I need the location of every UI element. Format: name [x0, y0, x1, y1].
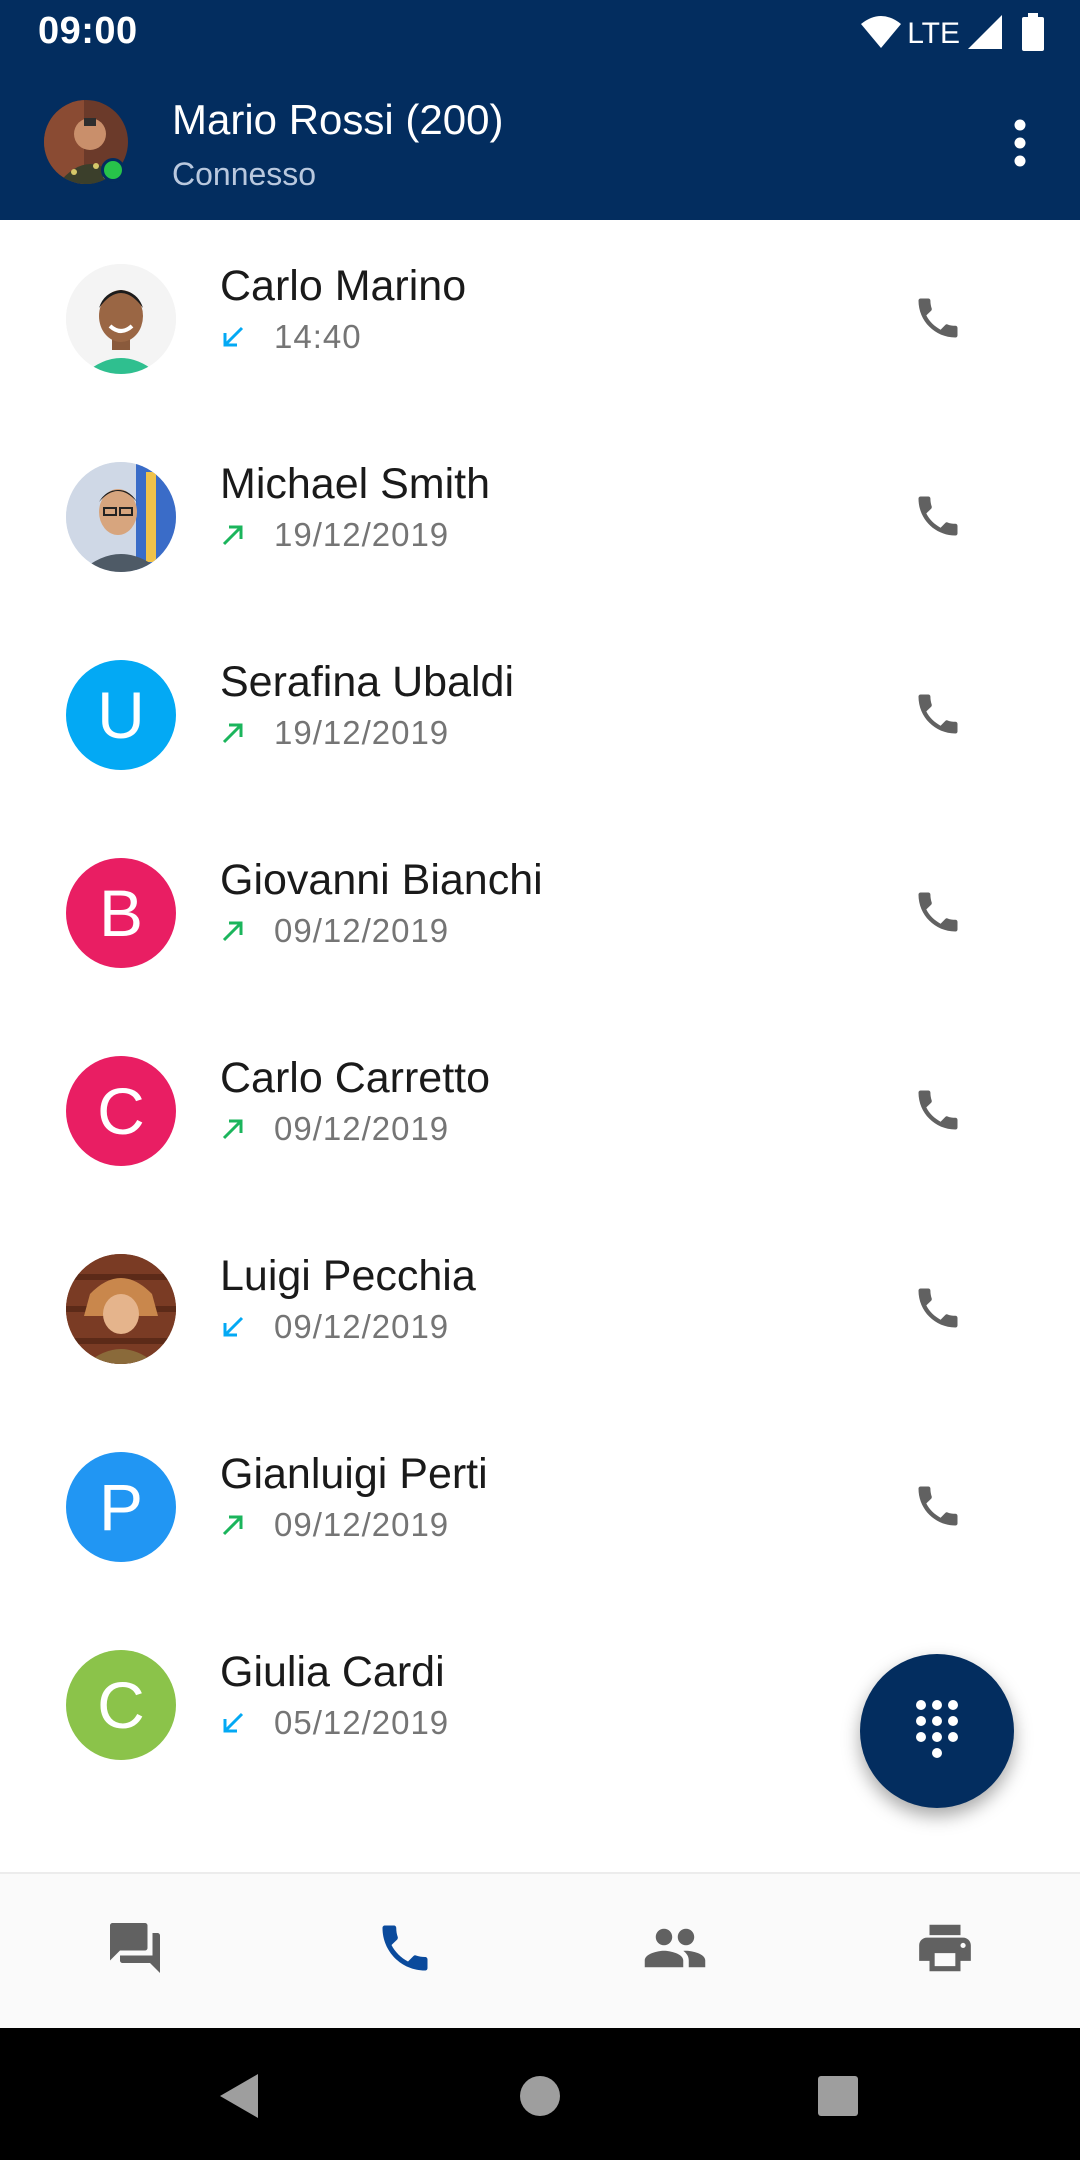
- recents-button[interactable]: [798, 2058, 878, 2138]
- phone-icon: [912, 292, 964, 349]
- phone-icon: [912, 490, 964, 547]
- contact-name: Giovanni Bianchi: [220, 856, 543, 904]
- avatar-initial: B: [98, 876, 144, 950]
- call-meta: 19/12/2019: [220, 714, 449, 752]
- call-meta: 09/12/2019: [220, 1506, 449, 1544]
- dialpad-icon: [913, 1699, 961, 1764]
- call-time: 14:40: [274, 318, 362, 355]
- incoming-call-icon: [220, 1310, 254, 1344]
- overflow-menu-button[interactable]: [990, 110, 1050, 180]
- bottom-navigation: [0, 1872, 1080, 2028]
- system-navigation-bar: [0, 2028, 1080, 2160]
- wifi-icon: [861, 15, 902, 53]
- home-button[interactable]: [500, 2058, 580, 2138]
- contact-avatar: C: [66, 1056, 176, 1166]
- call-meta: 14:40: [220, 318, 362, 356]
- outgoing-call-icon: [220, 1508, 254, 1542]
- contact-name: Giulia Cardi: [220, 1648, 445, 1696]
- phone-icon: [375, 1918, 435, 1983]
- connection-status: Connesso: [172, 156, 317, 192]
- call-button[interactable]: [898, 1468, 978, 1548]
- call-row[interactable]: Michael Smith 19/12/2019: [0, 460, 1080, 660]
- back-button[interactable]: [200, 2058, 280, 2138]
- phone-icon: [912, 688, 964, 745]
- call-time: 09/12/2019: [274, 1308, 450, 1345]
- fax-icon: [914, 1917, 976, 1984]
- chat-icon: [105, 1918, 165, 1983]
- outgoing-call-icon: [220, 716, 254, 750]
- contact-avatar: B: [66, 858, 176, 968]
- call-time: 19/12/2019: [274, 714, 450, 751]
- avatar-initial: U: [97, 678, 145, 752]
- nav-chat[interactable]: [90, 1910, 180, 1990]
- contact-avatar: [66, 1254, 176, 1364]
- contact-avatar: C: [66, 1650, 176, 1760]
- call-row[interactable]: U Serafina Ubaldi 19/12/2019: [0, 658, 1080, 858]
- contact-avatar: [66, 462, 176, 572]
- call-time: 09/12/2019: [274, 1110, 450, 1147]
- call-row[interactable]: C Carlo Carretto 09/12/2019: [0, 1054, 1080, 1254]
- avatar-initial: P: [98, 1470, 144, 1544]
- status-time: 09:00: [38, 10, 138, 52]
- call-row[interactable]: Carlo Marino 14:40: [0, 262, 1080, 462]
- outgoing-call-icon: [220, 518, 254, 552]
- call-time: 09/12/2019: [274, 912, 450, 949]
- call-time: 05/12/2019: [274, 1704, 450, 1741]
- phone-icon: [912, 886, 964, 943]
- network-type: LTE: [907, 17, 960, 50]
- call-button[interactable]: [898, 478, 978, 558]
- battery-icon: [1022, 12, 1044, 56]
- call-meta: 19/12/2019: [220, 516, 449, 554]
- call-time: 19/12/2019: [274, 516, 450, 553]
- call-meta: 09/12/2019: [220, 1308, 449, 1346]
- call-button[interactable]: [898, 280, 978, 360]
- contact-name: Michael Smith: [220, 460, 491, 508]
- more-vert-icon: [1013, 119, 1027, 172]
- call-time: 09/12/2019: [274, 1506, 450, 1543]
- call-row[interactable]: B Giovanni Bianchi 09/12/2019: [0, 856, 1080, 1056]
- avatar-initial: C: [97, 1668, 145, 1742]
- call-button[interactable]: [898, 1072, 978, 1152]
- user-title: Mario Rossi (200): [172, 96, 504, 143]
- contact-name: Luigi Pecchia: [220, 1252, 476, 1300]
- contact-name: Serafina Ubaldi: [220, 658, 515, 706]
- outgoing-call-icon: [220, 1112, 254, 1146]
- dialpad-button[interactable]: [860, 1654, 1014, 1808]
- call-meta: 09/12/2019: [220, 912, 449, 950]
- contact-avatar: P: [66, 1452, 176, 1562]
- call-button[interactable]: [898, 1270, 978, 1350]
- nav-calls[interactable]: [360, 1910, 450, 1990]
- app-header: 09:00 LTE Mario Rossi (200) Connesso: [0, 0, 1080, 220]
- presence-indicator: [101, 158, 125, 182]
- phone-icon: [912, 1084, 964, 1141]
- contact-name: Carlo Carretto: [220, 1054, 491, 1102]
- status-icons: LTE: [861, 12, 1044, 56]
- phone-icon: [912, 1282, 964, 1339]
- nav-contacts[interactable]: [630, 1910, 720, 1990]
- home-icon: [519, 2075, 561, 2122]
- call-row[interactable]: Luigi Pecchia 09/12/2019: [0, 1252, 1080, 1452]
- back-icon: [218, 2072, 262, 2125]
- call-meta: 05/12/2019: [220, 1704, 449, 1742]
- contact-avatar: U: [66, 660, 176, 770]
- people-icon: [642, 1915, 708, 1986]
- incoming-call-icon: [220, 1706, 254, 1740]
- incoming-call-icon: [220, 320, 254, 354]
- call-row[interactable]: P Gianluigi Perti 09/12/2019: [0, 1450, 1080, 1650]
- call-button[interactable]: [898, 676, 978, 756]
- phone-icon: [912, 1480, 964, 1537]
- nav-fax[interactable]: [900, 1910, 990, 1990]
- call-button[interactable]: [898, 874, 978, 954]
- signal-icon: [968, 14, 1002, 54]
- contact-name: Gianluigi Perti: [220, 1450, 488, 1498]
- avatar-initial: C: [97, 1074, 145, 1148]
- contact-name: Carlo Marino: [220, 262, 467, 310]
- recents-icon: [817, 2075, 859, 2122]
- contact-avatar: [66, 264, 176, 374]
- outgoing-call-icon: [220, 914, 254, 948]
- call-meta: 09/12/2019: [220, 1110, 449, 1148]
